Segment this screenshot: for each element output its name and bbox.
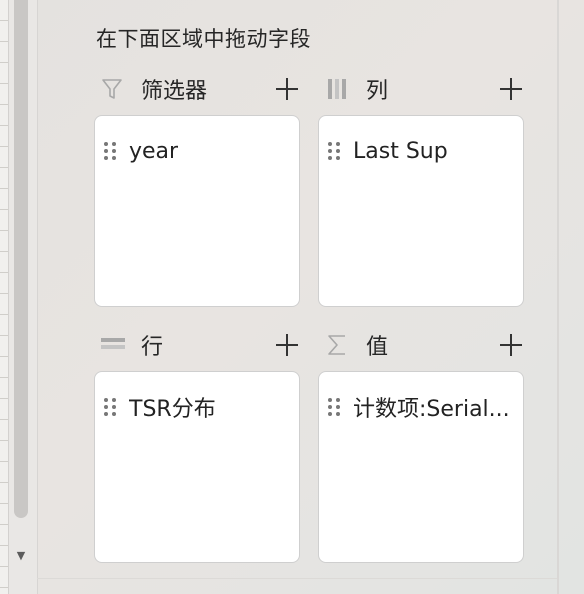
field-label: Last Sup bbox=[353, 138, 448, 164]
columns-area-label: 列 bbox=[366, 79, 389, 104]
field-label: 计数项:Serial... bbox=[353, 397, 510, 422]
field-label: year bbox=[129, 138, 179, 164]
add-filter-button[interactable] bbox=[272, 74, 302, 104]
add-value-button[interactable] bbox=[496, 330, 526, 360]
rows-drop-area[interactable]: TSR分布 bbox=[94, 371, 300, 563]
filters-drop-area[interactable]: year bbox=[94, 115, 300, 307]
row-field-item[interactable]: TSR分布 bbox=[103, 392, 291, 422]
drag-handle-icon[interactable] bbox=[327, 141, 343, 161]
rows-area-label: 行 bbox=[141, 335, 164, 360]
rows-area-header: 行 bbox=[101, 329, 163, 361]
filters-area-header: 筛选器 bbox=[101, 73, 207, 105]
columns-area-header: 列 bbox=[326, 73, 388, 105]
drag-handle-icon[interactable] bbox=[103, 141, 119, 161]
add-column-button[interactable] bbox=[496, 74, 526, 104]
values-area-header: 值 bbox=[326, 329, 388, 361]
filters-area-label: 筛选器 bbox=[141, 79, 208, 104]
pane-heading: 在下面区域中拖动字段 bbox=[96, 27, 311, 51]
values-area-label: 值 bbox=[366, 335, 389, 360]
rows-icon bbox=[101, 332, 127, 358]
filter-icon bbox=[101, 76, 127, 102]
plus-icon bbox=[276, 334, 298, 356]
drag-handle-icon[interactable] bbox=[103, 397, 119, 417]
scroll-down-arrow-icon[interactable]: ▼ bbox=[14, 546, 28, 564]
column-field-item[interactable]: Last Sup bbox=[327, 136, 515, 166]
filter-field-item[interactable]: year bbox=[103, 136, 291, 166]
sheet-edge bbox=[0, 0, 9, 594]
pane-bottom-edge bbox=[37, 578, 557, 579]
drag-handle-icon[interactable] bbox=[327, 397, 343, 417]
columns-drop-area[interactable]: Last Sup bbox=[318, 115, 524, 307]
add-row-button[interactable] bbox=[272, 330, 302, 360]
columns-icon bbox=[326, 76, 352, 102]
field-label: TSR分布 bbox=[129, 397, 216, 422]
values-drop-area[interactable]: 计数项:Serial... bbox=[318, 371, 524, 563]
plus-icon bbox=[276, 78, 298, 100]
scrollbar-thumb[interactable] bbox=[14, 0, 28, 518]
pane-right-edge bbox=[557, 0, 559, 594]
value-field-item[interactable]: 计数项:Serial... bbox=[327, 392, 515, 422]
sigma-icon bbox=[326, 332, 352, 358]
plus-icon bbox=[500, 78, 522, 100]
plus-icon bbox=[500, 334, 522, 356]
